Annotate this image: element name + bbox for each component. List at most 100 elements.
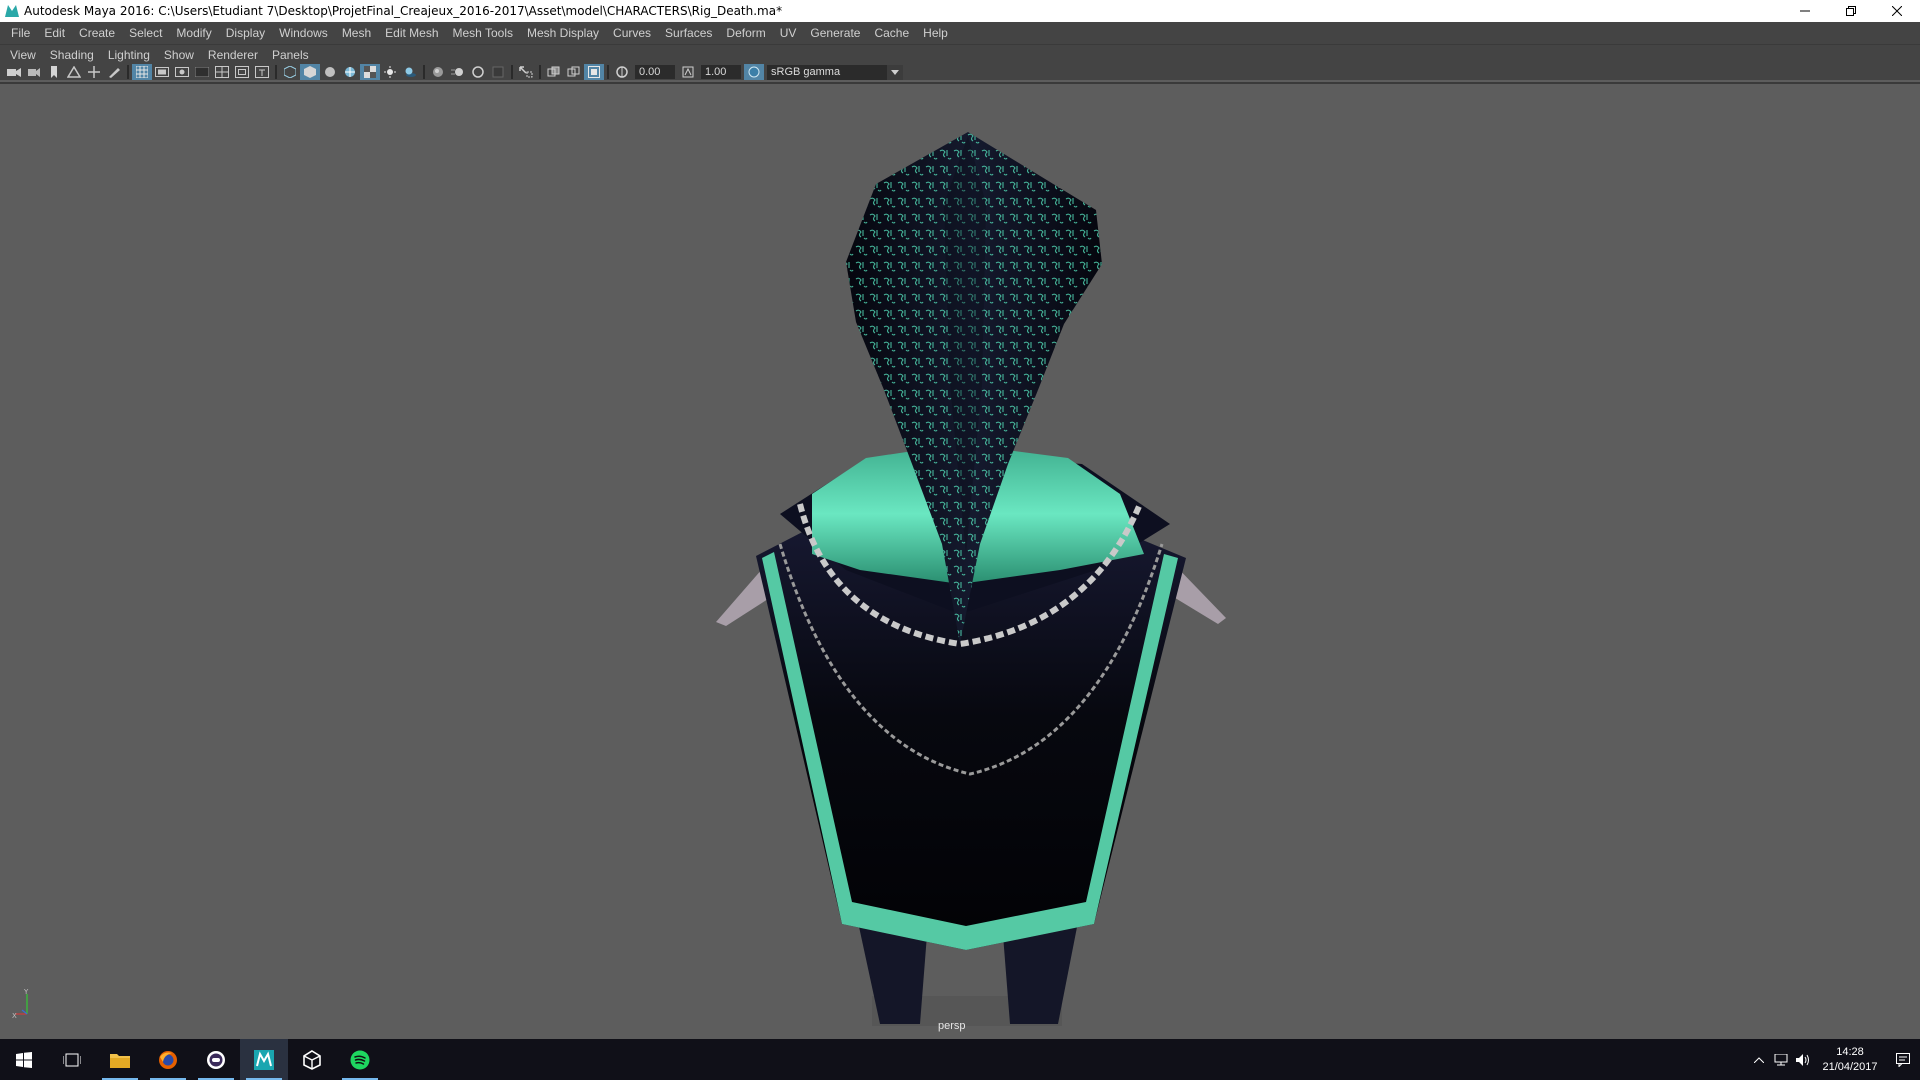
safe-action-button[interactable] bbox=[232, 64, 252, 80]
film-gate-button[interactable] bbox=[152, 64, 172, 80]
camera-lock-icon bbox=[28, 68, 40, 77]
chevron-down-icon bbox=[887, 64, 903, 80]
close-button[interactable] bbox=[1874, 0, 1920, 22]
folder-icon bbox=[110, 1053, 130, 1068]
field-chart-icon bbox=[215, 66, 229, 78]
gamma-toggle-button[interactable] bbox=[678, 64, 698, 80]
toolbar-separator bbox=[127, 65, 129, 79]
menu-help[interactable]: Help bbox=[916, 26, 955, 40]
menu-cache[interactable]: Cache bbox=[867, 26, 916, 40]
restore-button[interactable] bbox=[1828, 0, 1874, 22]
safe-title-button[interactable] bbox=[252, 64, 272, 80]
menu-edit-mesh[interactable]: Edit Mesh bbox=[378, 26, 445, 40]
clock-time: 14:28 bbox=[1836, 1045, 1864, 1058]
grid-toggle-button[interactable] bbox=[132, 64, 152, 80]
toolbar-separator bbox=[275, 65, 277, 79]
panel-toolbar: 0.00 1.00 sRGB gamma bbox=[0, 64, 1920, 80]
firefox-icon bbox=[159, 1050, 177, 1069]
file-explorer-button[interactable] bbox=[96, 1039, 144, 1080]
network-button[interactable] bbox=[1770, 1039, 1792, 1080]
maya-taskbar-button[interactable] bbox=[240, 1039, 288, 1080]
gamma-field[interactable]: 1.00 bbox=[701, 65, 741, 79]
motion-blur-button[interactable] bbox=[448, 64, 468, 80]
xray-joints-button[interactable] bbox=[564, 64, 584, 80]
gate-mask-button[interactable] bbox=[192, 64, 212, 80]
taskbar-clock[interactable]: 14:28 21/04/2017 bbox=[1814, 1045, 1886, 1075]
panel-menu-renderer[interactable]: Renderer bbox=[201, 48, 265, 62]
svg-text:Y: Y bbox=[23, 988, 29, 996]
toolbar-separator bbox=[607, 65, 609, 79]
minimize-button[interactable] bbox=[1782, 0, 1828, 22]
isolate-select-button[interactable] bbox=[516, 64, 536, 80]
task-view-button[interactable] bbox=[48, 1039, 96, 1080]
wireframe-on-shaded-button[interactable] bbox=[340, 64, 360, 80]
firefox-button[interactable] bbox=[144, 1039, 192, 1080]
image-plane-button[interactable] bbox=[64, 64, 84, 80]
start-button[interactable] bbox=[0, 1039, 48, 1080]
multisample-aa-button[interactable] bbox=[468, 64, 488, 80]
windows-logo-icon bbox=[16, 1051, 32, 1068]
resolution-gate-icon bbox=[175, 67, 189, 77]
unity-icon bbox=[303, 1049, 321, 1070]
menu-edit[interactable]: Edit bbox=[37, 26, 72, 40]
two-d-pan-zoom-button[interactable] bbox=[84, 64, 104, 80]
grease-pencil-button[interactable] bbox=[104, 64, 124, 80]
menu-create[interactable]: Create bbox=[72, 26, 122, 40]
use-default-material-button[interactable] bbox=[320, 64, 340, 80]
network-icon bbox=[1774, 1053, 1788, 1065]
shadows-button[interactable] bbox=[400, 64, 420, 80]
bookmark-button[interactable] bbox=[44, 64, 64, 80]
panel-menu-lighting[interactable]: Lighting bbox=[101, 48, 157, 62]
menu-curves[interactable]: Curves bbox=[606, 26, 658, 40]
notification-icon bbox=[1896, 1052, 1910, 1067]
smooth-shade-button[interactable] bbox=[300, 64, 320, 80]
axis-gizmo: Y X bbox=[12, 988, 29, 1018]
death-character-model[interactable] bbox=[0, 84, 1920, 1041]
menu-mesh-display[interactable]: Mesh Display bbox=[520, 26, 606, 40]
show-hidden-icons-button[interactable] bbox=[1748, 1039, 1770, 1080]
exposure-field[interactable]: 0.00 bbox=[635, 65, 675, 79]
wireframe-button[interactable] bbox=[280, 64, 300, 80]
xray-icon bbox=[547, 66, 560, 77]
perspective-viewport[interactable]: Y X persp bbox=[0, 82, 1920, 1039]
volume-button[interactable] bbox=[1792, 1039, 1814, 1080]
menu-mesh[interactable]: Mesh bbox=[335, 26, 378, 40]
menu-surfaces[interactable]: Surfaces bbox=[658, 26, 719, 40]
action-center-button[interactable] bbox=[1886, 1039, 1920, 1080]
menu-uv[interactable]: UV bbox=[773, 26, 804, 40]
menu-generate[interactable]: Generate bbox=[803, 26, 867, 40]
app-button[interactable] bbox=[192, 1039, 240, 1080]
menu-file[interactable]: File bbox=[4, 26, 37, 40]
use-all-lights-button[interactable] bbox=[380, 64, 400, 80]
field-chart-button[interactable] bbox=[212, 64, 232, 80]
panel-menu-panels[interactable]: Panels bbox=[265, 48, 316, 62]
motion-blur-icon bbox=[451, 68, 463, 76]
menu-windows[interactable]: Windows bbox=[272, 26, 335, 40]
color-management-toggle[interactable] bbox=[744, 64, 764, 80]
menu-select[interactable]: Select bbox=[122, 26, 169, 40]
film-gate-icon bbox=[155, 67, 169, 77]
depth-of-field-icon bbox=[492, 66, 504, 78]
camera-attributes-button[interactable] bbox=[24, 64, 44, 80]
safe-title-icon bbox=[255, 66, 269, 78]
menu-display[interactable]: Display bbox=[219, 26, 272, 40]
resolution-gate-button[interactable] bbox=[172, 64, 192, 80]
menu-modify[interactable]: Modify bbox=[169, 26, 218, 40]
panel-menu-show[interactable]: Show bbox=[157, 48, 201, 62]
light-icon bbox=[384, 66, 396, 78]
exposure-toggle-button[interactable] bbox=[612, 64, 632, 80]
spotify-button[interactable] bbox=[336, 1039, 384, 1080]
select-camera-button[interactable] bbox=[4, 64, 24, 80]
unity-button[interactable] bbox=[288, 1039, 336, 1080]
xray-components-button[interactable] bbox=[584, 64, 604, 80]
menu-mesh-tools[interactable]: Mesh Tools bbox=[446, 26, 520, 40]
screen-space-ao-button[interactable] bbox=[428, 64, 448, 80]
panel-menu-view[interactable]: View bbox=[3, 48, 43, 62]
depth-of-field-button[interactable] bbox=[488, 64, 508, 80]
xray-button[interactable] bbox=[544, 64, 564, 80]
view-transform-dropdown[interactable]: sRGB gamma bbox=[767, 64, 903, 80]
menu-deform[interactable]: Deform bbox=[719, 26, 772, 40]
panel-menu-shading[interactable]: Shading bbox=[43, 48, 101, 62]
minimize-icon bbox=[1800, 10, 1810, 12]
textured-button[interactable] bbox=[360, 64, 380, 80]
